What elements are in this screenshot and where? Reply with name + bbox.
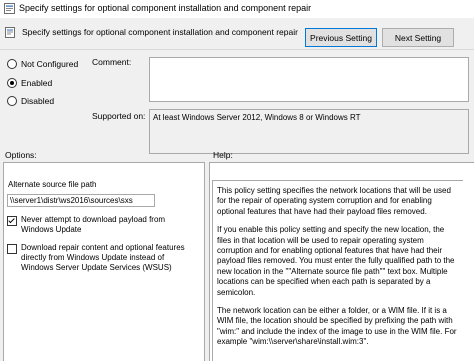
- never-download-checkbox[interactable]: [7, 216, 17, 226]
- radio-label: Not Configured: [21, 59, 79, 69]
- comment-label: Comment:: [92, 57, 132, 67]
- supported-label: Supported on:: [92, 111, 146, 121]
- never-download-checkbox-row[interactable]: Never attempt to download payload from W…: [7, 215, 197, 235]
- direct-download-checkbox[interactable]: [7, 244, 17, 254]
- direct-download-label: Download repair content and optional fea…: [21, 243, 185, 272]
- window-title: Specify settings for optional component …: [19, 3, 312, 13]
- title-bar: Specify settings for optional component …: [0, 0, 474, 18]
- help-text-box: This policy setting specifies the networ…: [212, 180, 463, 361]
- radio-circle[interactable]: [7, 96, 17, 106]
- radio-label: Enabled: [21, 78, 53, 88]
- help-paragraph: This policy setting specifies the networ…: [217, 186, 451, 216]
- radio-label: Disabled: [21, 96, 55, 106]
- supported-on-value: At least Windows Server 2012, Windows 8 …: [149, 109, 469, 154]
- policy-document-icon: [5, 27, 15, 38]
- source-path-label: Alternate source file path: [8, 180, 97, 189]
- previous-setting-button[interactable]: Previous Setting: [305, 28, 377, 47]
- radio-not-configured[interactable]: Not Configured: [7, 59, 78, 69]
- radio-enabled[interactable]: Enabled: [7, 78, 52, 88]
- help-paragraph: If you enable this policy setting and sp…: [217, 225, 455, 297]
- comment-textarea[interactable]: [149, 57, 469, 102]
- source-path-input[interactable]: \\server1\distr\ws2016\sources\sxs: [7, 194, 155, 207]
- setting-name: Specify settings for optional component …: [22, 27, 298, 37]
- policy-settings-icon: [4, 3, 15, 14]
- options-label: Options:: [5, 150, 37, 160]
- help-paragraph: The network location can be either a fol…: [217, 306, 457, 347]
- header-divider: [0, 49, 474, 50]
- next-setting-button[interactable]: Next Setting: [382, 28, 454, 47]
- help-label: Help:: [213, 150, 233, 160]
- radio-circle[interactable]: [7, 59, 17, 69]
- radio-disabled[interactable]: Disabled: [7, 96, 54, 106]
- direct-download-checkbox-row[interactable]: Download repair content and optional fea…: [7, 243, 197, 273]
- never-download-label: Never attempt to download payload from W…: [21, 215, 166, 234]
- radio-circle[interactable]: [7, 78, 17, 88]
